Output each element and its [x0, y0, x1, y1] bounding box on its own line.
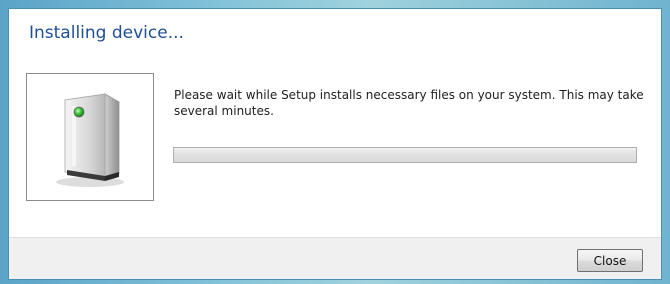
install-progress-bar	[173, 147, 637, 163]
dialog-footer: Close	[9, 237, 661, 279]
close-button[interactable]: Close	[577, 249, 643, 272]
window-frame: Installing device... Please wait while S…	[0, 0, 670, 284]
dialog-body: Installing device... Please wait while S…	[8, 8, 662, 280]
device-image-box	[26, 73, 154, 201]
install-message: Please wait while Setup installs necessa…	[174, 88, 644, 118]
computer-tower-icon	[56, 93, 124, 187]
dialog-title: Installing device...	[29, 23, 184, 43]
